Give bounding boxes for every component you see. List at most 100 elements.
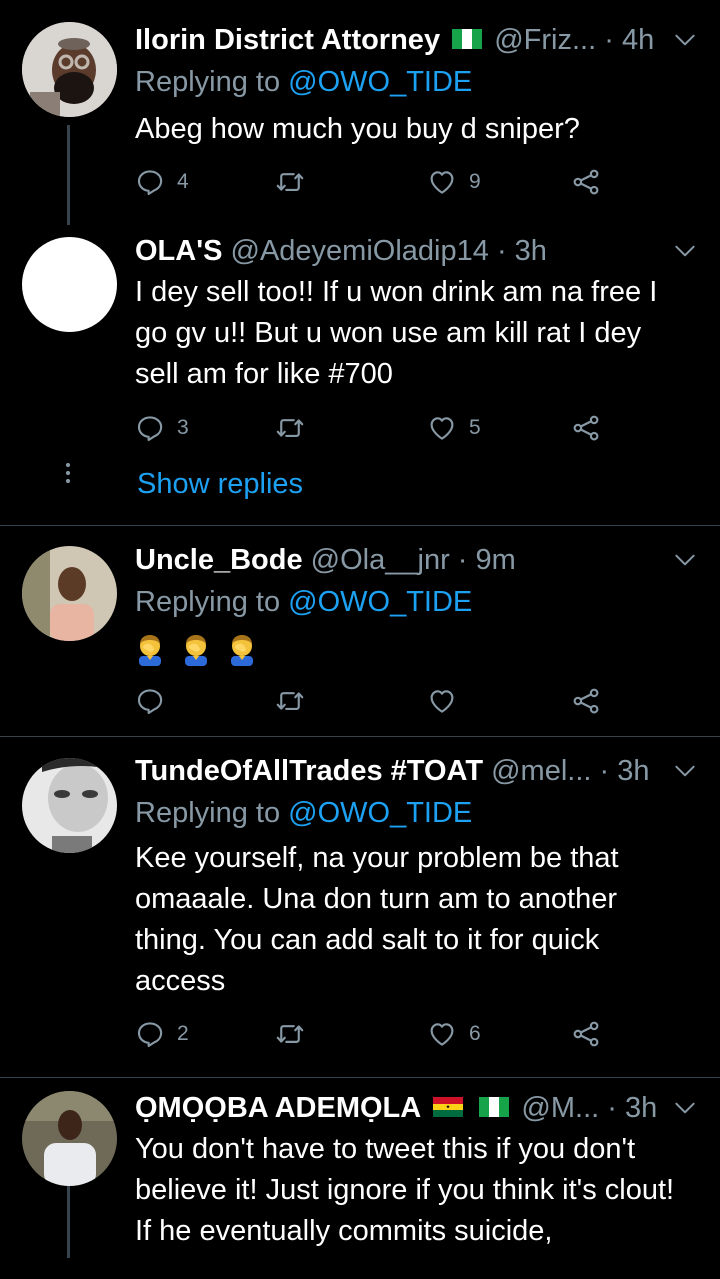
reply-button[interactable]: 4: [135, 162, 189, 202]
avatar[interactable]: [22, 758, 117, 853]
user-handle[interactable]: @Ola__jnr: [311, 544, 450, 576]
replying-label: Replying to: [135, 66, 281, 98]
separator: ·: [496, 235, 507, 267]
separator: ·: [604, 24, 614, 56]
tweet-actions: [135, 681, 615, 721]
replying-to: Replying to @OWO_TIDE: [135, 793, 472, 833]
mention-link[interactable]: @OWO_TIDE: [288, 797, 472, 829]
share-button[interactable]: [571, 408, 601, 448]
facepalm-emoji: [135, 634, 165, 666]
chevron-down-icon[interactable]: [672, 1095, 698, 1121]
reply-count: 3: [177, 416, 189, 439]
replying-to: Replying to @OWO_TIDE: [135, 582, 472, 622]
separator: ·: [599, 755, 610, 787]
tweet[interactable]: Ilorin District Attorney @Friz... · 4h R…: [0, 0, 720, 225]
tweet-text: Abeg how much you buy d sniper?: [135, 113, 580, 145]
retweet-icon: [275, 686, 305, 716]
mention-link[interactable]: @OWO_TIDE: [288, 66, 472, 98]
mention-link[interactable]: @OWO_TIDE: [288, 586, 472, 618]
reply-button[interactable]: 3: [135, 408, 189, 448]
share-icon: [571, 413, 601, 443]
flag-ghana-icon: [433, 1097, 464, 1118]
like-button[interactable]: [427, 681, 469, 721]
tweet-header: OLA'S @AdeyemiOladip14 · 3h: [135, 231, 680, 271]
like-icon: [427, 167, 457, 197]
like-button[interactable]: 9: [427, 162, 481, 202]
tweet[interactable]: OLA'S @AdeyemiOladip14 · 3h I dey sell t…: [0, 225, 720, 525]
reply-icon: [135, 1019, 165, 1049]
user-handle[interactable]: @M...: [521, 1092, 599, 1124]
display-name[interactable]: TundeOfAllTrades #TOAT: [135, 755, 483, 787]
display-name[interactable]: ỌMỌỌBA ADEMỌLA: [135, 1092, 421, 1124]
tweet[interactable]: TundeOfAllTrades #TOAT @mel... · 3h Repl…: [0, 737, 720, 1077]
replying-to: Replying to @OWO_TIDE: [135, 62, 472, 102]
timestamp[interactable]: 3h: [515, 235, 547, 267]
flag-nigeria-icon: [452, 29, 483, 50]
avatar[interactable]: [22, 237, 117, 332]
retweet-icon: [275, 413, 305, 443]
like-count: 5: [469, 416, 481, 439]
reply-icon: [135, 167, 165, 197]
like-button[interactable]: 6: [427, 1014, 481, 1054]
facepalm-emoji: [181, 634, 211, 666]
share-icon: [571, 686, 601, 716]
thread-dots: [66, 463, 70, 487]
reply-button[interactable]: [135, 681, 177, 721]
share-icon: [571, 1019, 601, 1049]
separator: ·: [457, 544, 468, 576]
user-handle[interactable]: @Friz...: [494, 24, 596, 56]
retweet-button[interactable]: [275, 408, 317, 448]
tweet-actions: 2 6: [135, 1014, 615, 1054]
tweet[interactable]: ỌMỌỌBA ADEMỌLA @M... · 3h You don't have…: [0, 1078, 720, 1279]
tweet-header: Uncle_Bode @Ola__jnr · 9m: [135, 540, 680, 580]
tweet-actions: 3 5: [135, 408, 615, 448]
reply-count: 4: [177, 170, 189, 193]
retweet-button[interactable]: [275, 162, 317, 202]
timestamp[interactable]: 3h: [625, 1092, 657, 1124]
share-icon: [571, 167, 601, 197]
avatar[interactable]: [22, 1091, 117, 1186]
replying-label: Replying to: [135, 797, 281, 829]
display-name[interactable]: Ilorin District Attorney: [135, 24, 440, 56]
thread-line: [67, 125, 70, 225]
thread-line: [67, 1186, 70, 1258]
share-button[interactable]: [571, 1014, 601, 1054]
separator: ·: [607, 1092, 617, 1124]
avatar[interactable]: [22, 546, 117, 641]
reply-icon: [135, 686, 165, 716]
show-replies-link[interactable]: Show replies: [137, 468, 303, 501]
chevron-down-icon[interactable]: [672, 547, 698, 573]
flag-nigeria-icon: [479, 1097, 510, 1118]
tweet-text: Kee yourself, na your problem be that om…: [135, 842, 619, 997]
emoji-row: [135, 634, 273, 671]
like-count: 9: [469, 170, 481, 193]
share-button[interactable]: [571, 162, 601, 202]
reply-count: 2: [177, 1022, 189, 1045]
timestamp[interactable]: 3h: [617, 755, 649, 787]
replying-label: Replying to: [135, 586, 281, 618]
tweet[interactable]: Uncle_Bode @Ola__jnr · 9m Replying to @O…: [0, 526, 720, 736]
display-name[interactable]: OLA'S: [135, 235, 222, 267]
share-button[interactable]: [571, 681, 601, 721]
user-handle[interactable]: @AdeyemiOladip14: [231, 235, 489, 267]
chevron-down-icon[interactable]: [672, 758, 698, 784]
retweet-button[interactable]: [275, 1014, 317, 1054]
tweet-text: I dey sell too!! If u won drink am na fr…: [135, 276, 658, 390]
tweet-text: You don't have to tweet this if you don'…: [135, 1133, 675, 1247]
like-count: 6: [469, 1022, 481, 1045]
display-name[interactable]: Uncle_Bode: [135, 544, 303, 576]
chevron-down-icon[interactable]: [672, 27, 698, 53]
chevron-down-icon[interactable]: [672, 238, 698, 264]
avatar[interactable]: [22, 22, 117, 117]
reply-button[interactable]: 2: [135, 1014, 189, 1054]
like-icon: [427, 1019, 457, 1049]
tweet-header: Ilorin District Attorney @Friz... · 4h: [135, 20, 680, 60]
like-button[interactable]: 5: [427, 408, 481, 448]
timestamp[interactable]: 4h: [622, 24, 654, 56]
like-icon: [427, 686, 457, 716]
user-handle[interactable]: @mel...: [491, 755, 591, 787]
retweet-icon: [275, 167, 305, 197]
timestamp[interactable]: 9m: [476, 544, 516, 576]
retweet-button[interactable]: [275, 681, 317, 721]
tweet-actions: 4 9: [135, 162, 615, 202]
